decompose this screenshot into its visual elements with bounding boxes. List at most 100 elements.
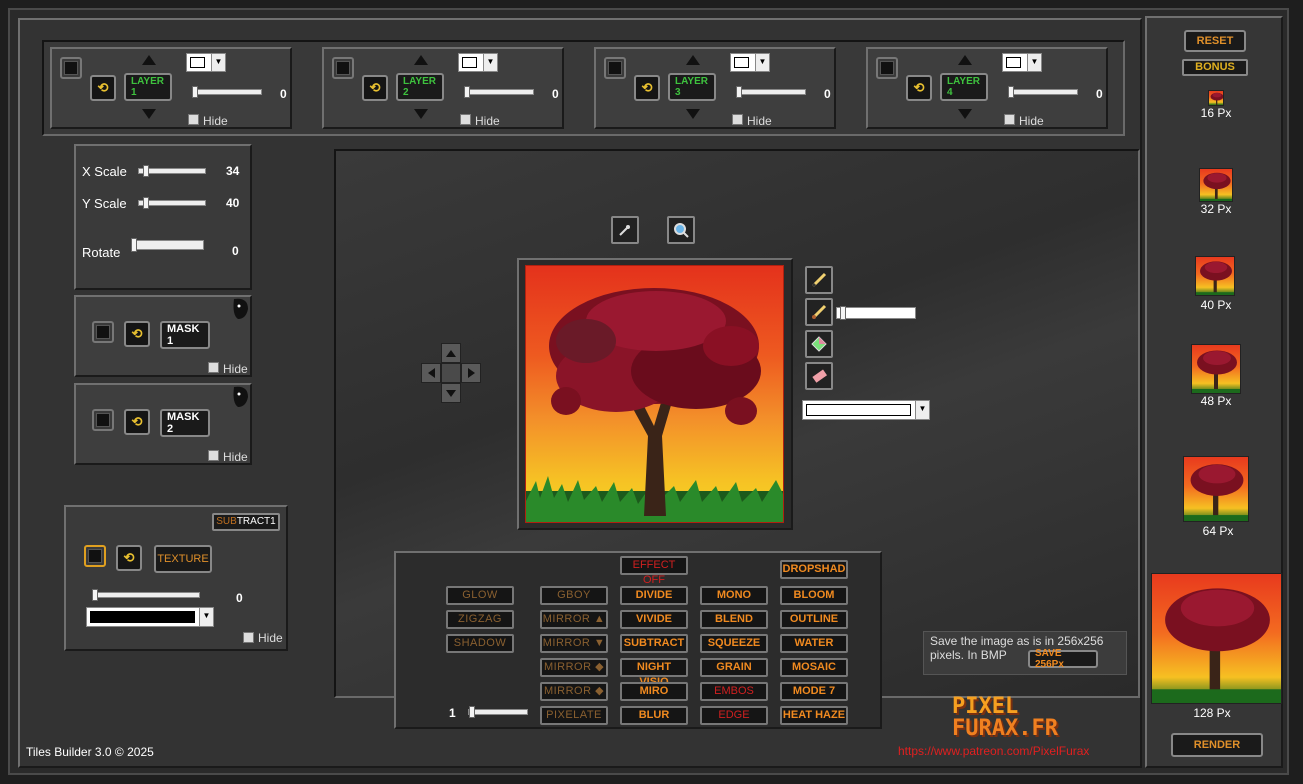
size-preview[interactable] [1208,90,1224,106]
patreon-link[interactable]: https://www.patreon.com/PixelFurax [898,744,1089,758]
layer-color-select[interactable]: ▼ [730,53,770,72]
layer-button[interactable]: LAYER 4 [940,73,988,101]
rotate-slider[interactable] [132,240,204,250]
mask-select-button[interactable] [92,321,114,343]
effect-button[interactable]: EMBOS [700,682,768,701]
effect-button[interactable]: DIVIDE [620,586,688,605]
effect-button[interactable]: SQUEEZE [700,634,768,653]
mask-reset-button[interactable]: ⟲ [124,409,150,435]
layer-button[interactable]: LAYER 3 [668,73,716,101]
layer-opacity-thumb[interactable] [464,86,470,98]
color-picker-tool[interactable] [611,216,639,244]
effect-button[interactable]: VIVIDE [620,610,688,629]
effect-button[interactable]: EDGE [700,706,768,725]
effect-button[interactable]: OUTLINE [780,610,848,629]
effect-button[interactable]: ZIGZAG [446,610,514,629]
effect-button[interactable]: SUBTRACT [620,634,688,653]
effect-button[interactable]: MIRROR ◆ [540,682,608,701]
layer-select-button[interactable] [876,57,898,79]
brush-color-select[interactable]: ▼ [802,400,930,420]
layer-color-select[interactable]: ▼ [1002,53,1042,72]
size-preview[interactable] [1183,456,1249,522]
mask-button[interactable]: MASK 1 [160,321,210,349]
texture-select-button[interactable] [84,545,106,567]
layer-hide-checkbox[interactable] [188,114,199,125]
layer-select-button[interactable] [604,57,626,79]
size-preview[interactable] [1151,573,1282,704]
effect-button[interactable]: BLEND [700,610,768,629]
layer-opacity-thumb[interactable] [736,86,742,98]
mask-hide-checkbox[interactable] [208,450,219,461]
effect-button[interactable]: MIRROR ▼ [540,634,608,653]
layer-down-button[interactable] [138,103,160,125]
effect-button[interactable]: SHADOW [446,634,514,653]
eraser-tool[interactable] [805,362,833,390]
layer-hide-checkbox[interactable] [460,114,471,125]
effect-button[interactable]: MOSAIC [780,658,848,677]
dropshad-button[interactable]: DROPSHAD [780,560,848,579]
layer-up-button[interactable] [954,49,976,71]
size-preview[interactable] [1191,344,1241,394]
effect-button[interactable]: MONO [700,586,768,605]
layer-opacity-slider[interactable] [1010,89,1078,95]
layer-down-button[interactable] [410,103,432,125]
pencil-tool[interactable] [805,266,833,294]
layer-hide-checkbox[interactable] [732,114,743,125]
layer-reset-button[interactable]: ⟲ [906,75,932,101]
layer-up-button[interactable] [410,49,432,71]
effect-button[interactable]: BLUR [620,706,688,725]
effect-strength-thumb[interactable] [469,706,475,718]
reset-button[interactable]: RESET [1184,30,1246,52]
brush-tool[interactable] [805,298,833,326]
effect-button[interactable]: GRAIN [700,658,768,677]
effect-button[interactable]: MIRO [620,682,688,701]
fill-tool[interactable] [805,330,833,358]
effect-button[interactable]: MIRROR ◆ [540,658,608,677]
mask-hide-checkbox[interactable] [208,362,219,373]
effect-button[interactable]: PIXELATE [540,706,608,725]
texture-mode-button[interactable]: SUBTRACT1 [212,513,280,531]
effect-button[interactable]: HEAT HAZE [780,706,848,725]
layer-hide-checkbox[interactable] [1004,114,1015,125]
effect-button[interactable]: NIGHT VISIO [620,658,688,688]
layer-down-button[interactable] [954,103,976,125]
pan-left-button[interactable] [421,363,441,383]
zoom-tool[interactable] [667,216,695,244]
layer-opacity-slider[interactable] [738,89,806,95]
texture-slider[interactable] [92,592,200,598]
layer-up-button[interactable] [682,49,704,71]
brush-size-thumb[interactable] [840,306,846,320]
layer-color-select[interactable]: ▼ [186,53,226,72]
layer-down-button[interactable] [682,103,704,125]
render-button[interactable]: RENDER [1171,733,1263,757]
texture-slider-thumb[interactable] [92,589,98,601]
mask-reset-button[interactable]: ⟲ [124,321,150,347]
texture-color-select[interactable]: ▼ [86,607,214,627]
layer-reset-button[interactable]: ⟲ [634,75,660,101]
layer-opacity-slider[interactable] [194,89,262,95]
effect-button[interactable]: MIRROR ▲ [540,610,608,629]
pan-up-button[interactable] [441,343,461,363]
mask-select-button[interactable] [92,409,114,431]
canvas-image[interactable] [525,265,784,523]
layer-opacity-thumb[interactable] [1008,86,1014,98]
rotate-thumb[interactable] [131,238,137,252]
texture-button[interactable]: TEXTURE [154,545,212,573]
texture-reset-button[interactable]: ⟲ [116,545,142,571]
effect-button[interactable]: MODE 7 [780,682,848,701]
size-preview[interactable] [1195,256,1235,296]
texture-hide-checkbox[interactable] [243,632,254,643]
mask-button[interactable]: MASK 2 [160,409,210,437]
pan-right-button[interactable] [461,363,481,383]
effect-strength-slider[interactable] [468,709,528,715]
size-preview[interactable] [1199,168,1233,202]
layer-opacity-thumb[interactable] [192,86,198,98]
layer-select-button[interactable] [60,57,82,79]
layer-button[interactable]: LAYER 2 [396,73,444,101]
brush-size-slider[interactable] [836,307,916,319]
bonus-button[interactable]: BONUS [1182,59,1248,76]
y-scale-thumb[interactable] [143,197,149,209]
effect-button[interactable]: GLOW [446,586,514,605]
effect-button[interactable]: WATER [780,634,848,653]
x-scale-thumb[interactable] [143,165,149,177]
